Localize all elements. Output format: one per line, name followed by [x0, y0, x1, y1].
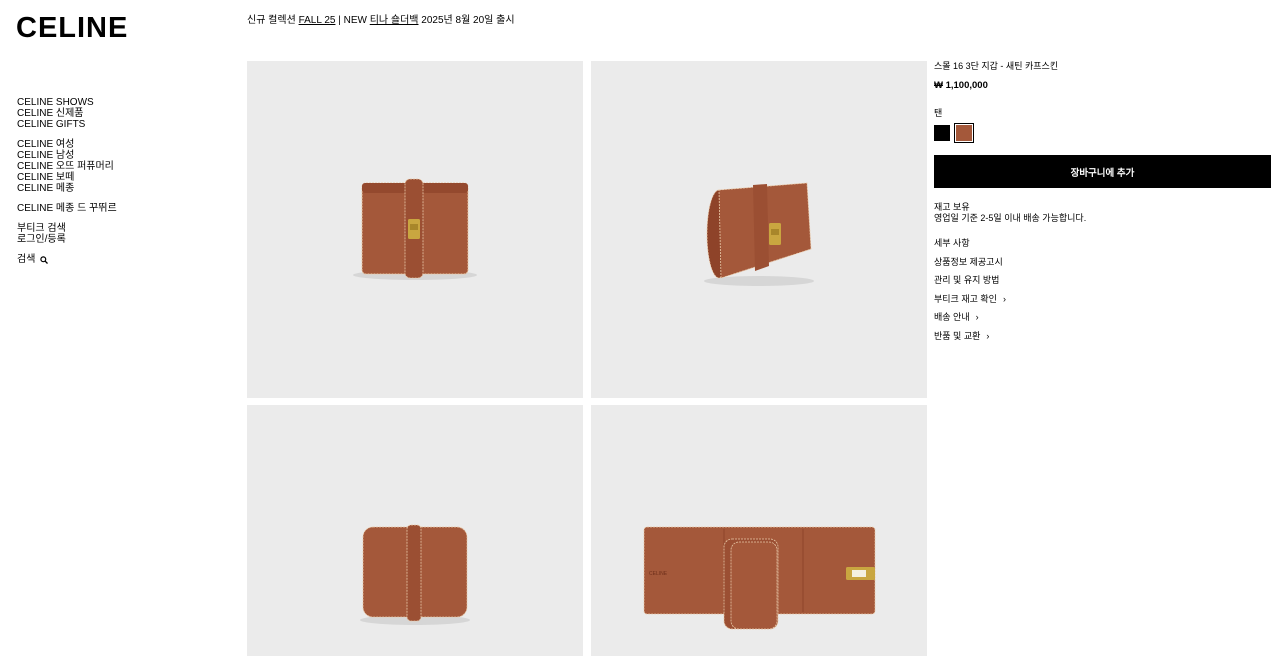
nav-item-maison[interactable]: CELINE 메종	[17, 183, 117, 194]
color-swatches	[934, 123, 1271, 143]
announcement-bar: 신규 컬렉션 FALL 25 | NEW 티나 숄더백 2025년 8월 20일…	[247, 15, 515, 27]
product-image-angle[interactable]	[591, 61, 927, 398]
nav-group-collections: CELINE SHOWS CELINE 신제품 CELINE GIFTS	[17, 97, 117, 130]
delivery-info-link[interactable]: 배송 안내 ›	[934, 311, 1271, 323]
stock-status: 재고 보유	[934, 202, 970, 212]
product-price: ₩ 1,100,000	[934, 80, 988, 91]
announcement-prefix: 신규 컬렉션	[247, 15, 299, 26]
nav-item-perfumery[interactable]: CELINE 오뜨 퍼퓨머리	[17, 161, 117, 172]
boutique-stock-label: 부티크 재고 확인	[934, 293, 997, 304]
stock-info: 재고 보유 영업일 기준 2-5일 이내 배송 가능합니다.	[934, 202, 1271, 224]
product-image-open[interactable]: CELINE	[591, 405, 927, 656]
add-to-cart-button[interactable]: 장바구니에 추가	[934, 155, 1271, 188]
boutique-stock-link[interactable]: 부티크 재고 확인 ›	[934, 293, 1271, 305]
chevron-right-icon: ›	[1002, 293, 1006, 304]
returns-link[interactable]: 반품 및 교환 ›	[934, 330, 1271, 342]
announcement-mid: | NEW	[335, 15, 370, 26]
delivery-note: 영업일 기준 2-5일 이내 배송 가능합니다.	[934, 213, 1087, 223]
selected-color-label: 탠	[934, 108, 943, 118]
tina-bag-link[interactable]: 티나 숄더백	[370, 15, 419, 26]
nav-item-store-locator[interactable]: 부티크 검색	[17, 223, 117, 234]
nav-item-men[interactable]: CELINE 남성	[17, 150, 117, 161]
chevron-right-icon: ›	[986, 330, 990, 341]
celine-logo[interactable]: CELINE	[16, 14, 128, 43]
nav-item-new[interactable]: CELINE 신제품	[17, 108, 117, 119]
search-icon	[40, 255, 49, 264]
service-links: 부티크 재고 확인 › 배송 안내 › 반품 및 교환 ›	[934, 293, 1271, 342]
left-navigation: CELINE SHOWS CELINE 신제품 CELINE GIFTS CEL…	[17, 97, 117, 265]
product-info-panel: 스몰 16 3단 지갑 - 새틴 카프스킨 ₩ 1,100,000 탠 장바구니…	[934, 60, 1271, 348]
nav-item-women[interactable]: CELINE 여성	[17, 139, 117, 150]
delivery-info-label: 배송 안내	[934, 312, 970, 322]
fall-collection-link[interactable]: FALL 25	[299, 15, 336, 26]
product-image-side[interactable]	[247, 405, 583, 656]
nav-item-beaute[interactable]: CELINE 보떼	[17, 172, 117, 183]
product-details-section: 세부 사항 상품정보 제공고시 관리 및 유지 방법	[934, 237, 1271, 286]
swatch-tan[interactable]	[954, 123, 974, 143]
nav-group-couture: CELINE 메종 드 꾸뛰르	[17, 203, 117, 214]
product-image-front[interactable]	[247, 61, 583, 398]
announcement-suffix: 2025년 8월 20일 출시	[418, 15, 515, 26]
nav-item-login[interactable]: 로그인/등록	[17, 234, 117, 245]
chevron-right-icon: ›	[975, 312, 979, 322]
product-info-notice-link[interactable]: 상품정보 제공고시	[934, 256, 1271, 268]
swatch-black[interactable]	[934, 125, 950, 141]
product-name: 스몰 16 3단 지갑 - 새틴 카프스킨	[934, 61, 1059, 71]
nav-search-button[interactable]: 검색	[17, 254, 117, 265]
nav-search-label: 검색	[17, 254, 36, 265]
details-link[interactable]: 세부 사항	[934, 237, 1271, 249]
nav-group-account: 부티크 검색 로그인/등록	[17, 223, 117, 245]
nav-item-shows[interactable]: CELINE SHOWS	[17, 97, 117, 108]
nav-item-gifts[interactable]: CELINE GIFTS	[17, 119, 117, 130]
svg-text:CELINE: CELINE	[649, 571, 668, 577]
nav-group-categories: CELINE 여성 CELINE 남성 CELINE 오뜨 퍼퓨머리 CELIN…	[17, 139, 117, 194]
returns-label: 반품 및 교환	[934, 330, 981, 341]
nav-item-couture[interactable]: CELINE 메종 드 꾸뛰르	[17, 203, 117, 214]
care-instructions-link[interactable]: 관리 및 유지 방법	[934, 274, 1271, 286]
